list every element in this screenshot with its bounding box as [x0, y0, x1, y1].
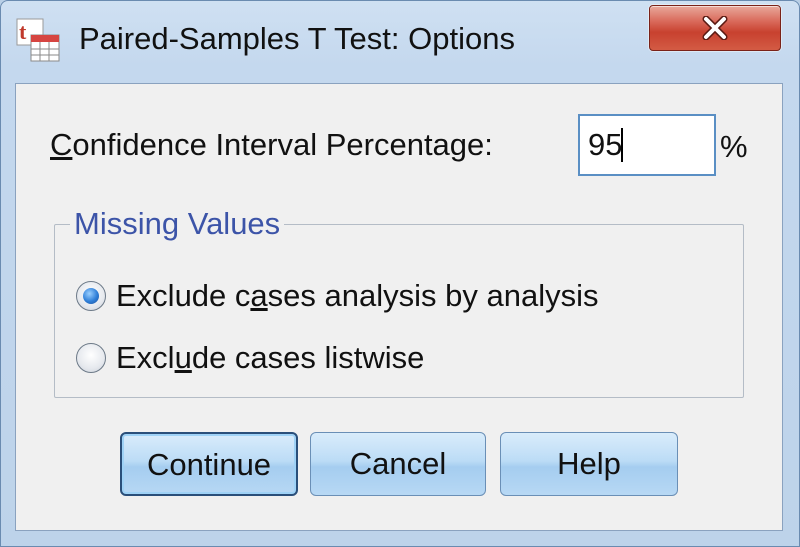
close-button[interactable] [649, 5, 781, 51]
cancel-button[interactable]: Cancel [310, 432, 486, 496]
label-mnemonic: u [174, 340, 192, 375]
confidence-label-mnemonic: C [50, 127, 73, 162]
percent-unit-label: % [720, 129, 748, 164]
label-part: ses analysis by analysis [267, 278, 599, 313]
spss-ttest-icon: t [16, 18, 60, 62]
radio-button-unchecked[interactable] [76, 343, 106, 373]
text-caret [621, 128, 623, 162]
confidence-label-text: onfidence Interval Percentage: [72, 127, 493, 162]
radio-button-checked[interactable] [76, 281, 106, 311]
options-dialog: t Paired-Samples T Test: Options Confide… [0, 0, 800, 547]
radio-exclude-analysis-by-analysis[interactable]: Exclude cases analysis by analysis [76, 278, 598, 314]
confidence-interval-input[interactable] [578, 114, 716, 176]
help-button[interactable]: Help [500, 432, 678, 496]
svg-text:t: t [19, 19, 27, 44]
label-part: de cases listwise [191, 340, 425, 375]
label-part: Excl [116, 340, 175, 375]
dialog-client-area: Confidence Interval Percentage: % Missin… [15, 83, 783, 531]
close-icon [702, 16, 728, 40]
missing-values-legend: Missing Values [70, 206, 285, 242]
radio-exclude-listwise[interactable]: Exclude cases listwise [76, 340, 424, 376]
label-mnemonic: a [250, 278, 268, 313]
radio-label-listwise: Exclude cases listwise [116, 340, 424, 376]
confidence-interval-label: Confidence Interval Percentage: [50, 127, 493, 163]
radio-label-analysis-by-analysis: Exclude cases analysis by analysis [116, 278, 598, 314]
window-title: Paired-Samples T Test: Options [79, 21, 515, 56]
continue-button[interactable]: Continue [120, 432, 298, 496]
label-part: Exclude c [116, 278, 251, 313]
title-bar[interactable]: t Paired-Samples T Test: Options [1, 1, 800, 81]
